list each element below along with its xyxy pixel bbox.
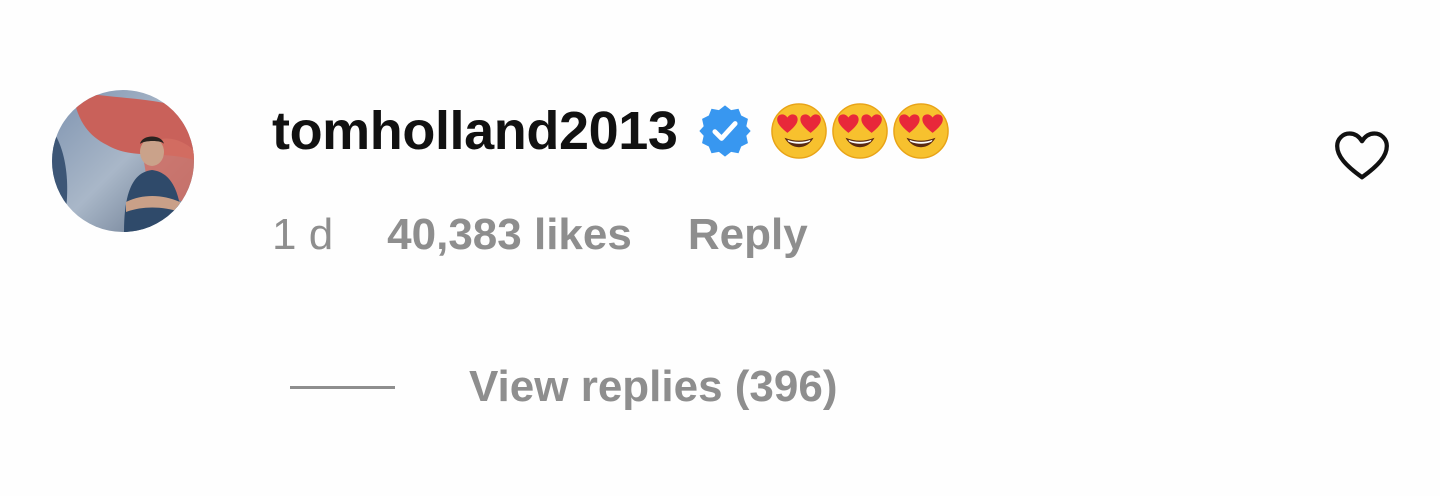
view-replies-label: View replies (396) [469,362,838,411]
avatar-image [52,90,194,232]
comment-meta: 1 d 40,383 likes Reply [272,210,808,260]
verified-badge-icon [698,104,752,158]
view-replies-button[interactable]: View replies (396) [290,362,838,412]
avatar[interactable] [52,90,194,232]
heart-eyes-emoji-icon [831,102,889,160]
reply-button[interactable]: Reply [688,210,808,260]
username[interactable]: tomholland2013 [272,100,678,162]
comment: tomholland2013 1 d 40,383 likes Reply Vi… [0,0,1440,496]
comment-header: tomholland2013 [272,96,953,166]
heart-eyes-emoji-icon [770,102,828,160]
heart-eyes-emoji-icon [892,102,950,160]
heart-outline-icon[interactable] [1333,130,1391,182]
likes-count[interactable]: 40,383 likes [387,210,632,260]
replies-divider [290,385,395,389]
comment-text [770,102,953,160]
comment-timestamp: 1 d [272,210,334,259]
